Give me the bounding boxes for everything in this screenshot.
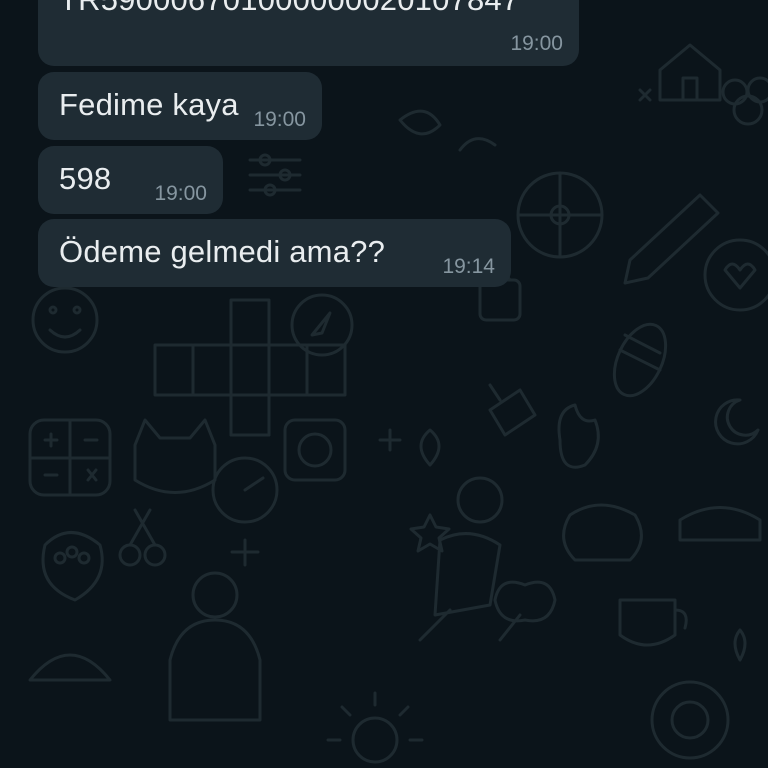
bottle-doodle-icon (488, 383, 537, 437)
message-bubble-amount[interactable]: 598 19:00 (38, 146, 223, 214)
chart-doodle-icon (248, 153, 302, 197)
message-timestamp: 19:00 (510, 32, 563, 55)
message-timestamp: 19:14 (442, 255, 495, 278)
heart-doodle-icon (703, 238, 768, 312)
message-text: TR590006701000000020107847 (59, 0, 519, 18)
cross-doodle-icon (638, 88, 652, 102)
smiley-doodle-icon (31, 286, 99, 354)
star-doodle-icon (409, 513, 451, 553)
corn-doodle-icon (612, 322, 668, 398)
cap-doodle-icon (678, 506, 762, 542)
message-text: 598 (59, 161, 112, 196)
leaf-doodle-icon (398, 109, 497, 152)
chat-view[interactable]: TR590006701000000020107847 19:00 Fedime … (0, 0, 768, 768)
message-timestamp: 19:00 (253, 108, 306, 131)
message-timestamp: 19:00 (154, 182, 207, 205)
cat-doodle-icon (133, 418, 217, 494)
lifebuoy-doodle-icon (650, 680, 730, 760)
message-text: Ödeme gelmedi ama?? (59, 234, 386, 269)
drop-doodle-icon (733, 628, 747, 662)
crossword-grid-icon (153, 298, 347, 437)
clock-doodle-icon (211, 456, 279, 524)
paw-doodle-icon (41, 531, 104, 602)
person-doodle-icon (168, 571, 262, 722)
moon-doodle-icon (714, 398, 760, 446)
message-bubble-name[interactable]: Fedime kaya 19:00 (38, 72, 322, 140)
flower-doodle-icon (721, 76, 768, 126)
calculator-doodle-icon (28, 418, 112, 497)
taco-doodle-icon (28, 653, 112, 682)
message-bubble-payment-question[interactable]: Ödeme gelmedi ama?? 19:14 (38, 219, 511, 287)
cup-doodle-icon (618, 598, 688, 647)
message-bubble-iban[interactable]: TR590006701000000020107847 19:00 (38, 0, 579, 66)
sun-doodle-icon (326, 691, 424, 764)
apple-doodle-icon (493, 580, 557, 623)
camera-doodle-icon (283, 418, 347, 482)
hand-doodle-icon (557, 403, 600, 469)
scissors-doodle-icon (118, 508, 167, 567)
house-doodle-icon (658, 43, 722, 102)
wheel-doodle-icon (516, 171, 604, 259)
pin-doodle-icon (419, 428, 441, 467)
message-text: Fedime kaya (59, 87, 239, 122)
plus-doodle-icon (230, 428, 402, 567)
chat-bubble-doodle-icon (562, 503, 643, 562)
